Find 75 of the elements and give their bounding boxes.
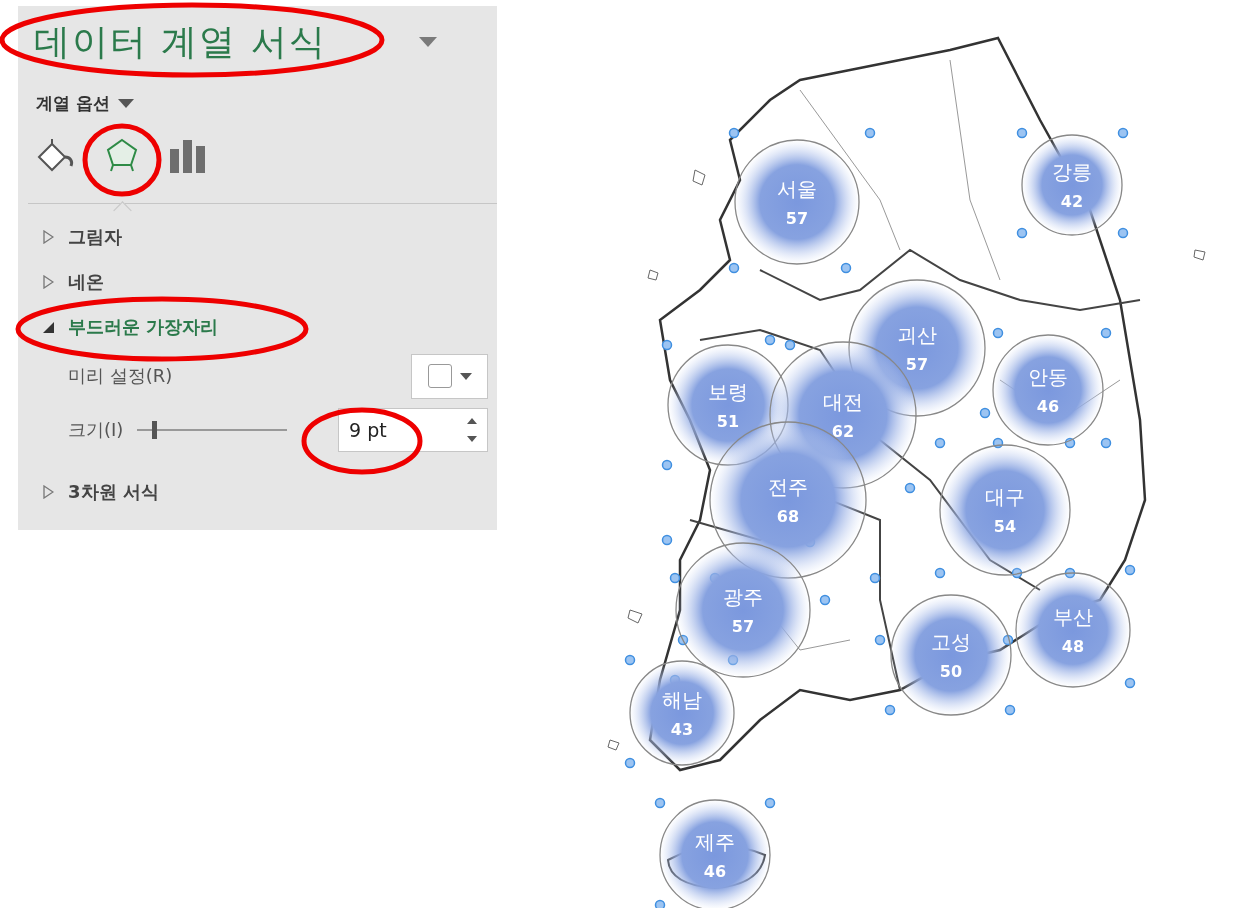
data-point (661, 534, 673, 546)
data-point (784, 339, 796, 351)
caret-icon[interactable] (117, 99, 134, 108)
data-point (819, 594, 831, 606)
data-point (864, 127, 876, 139)
bubble-value: 43 (670, 720, 694, 739)
section-header[interactable]: 그림자 (18, 214, 497, 259)
bubble-label: 전주 (768, 475, 808, 499)
size-spin-field[interactable]: 9 pt (338, 408, 488, 452)
field-label: 크기(I) (68, 418, 124, 442)
bubble-value: 46 (1036, 397, 1060, 416)
series-options-label[interactable]: 계열 옵션 (36, 92, 110, 115)
caret-icon (459, 372, 472, 380)
data-point (934, 567, 946, 579)
bubble-label: 해남 (662, 688, 702, 712)
bubble-label: 광주 (723, 585, 763, 609)
bubble-value: 48 (1061, 637, 1085, 656)
bubble-label: 대구 (985, 485, 1025, 509)
data-point (1124, 677, 1136, 689)
data-point (874, 634, 886, 646)
data-point (624, 757, 636, 769)
bubble-label: 고성 (931, 630, 971, 654)
expand-arrow-icon (42, 274, 54, 289)
data-point (992, 327, 1004, 339)
bubble-value: 57 (785, 209, 809, 228)
bubble-value: 42 (1060, 192, 1084, 211)
bubble-label: 서울 (777, 177, 817, 201)
bubble-value: 51 (716, 412, 740, 431)
data-point (1100, 327, 1112, 339)
field-label: 미리 설정(R) (68, 364, 173, 388)
data-point (884, 704, 896, 716)
bubble-value: 54 (993, 517, 1017, 536)
bubble-label: 괴산 (897, 323, 937, 347)
data-point (979, 407, 991, 419)
data-point (1124, 564, 1136, 576)
bubble-label: 부산 (1053, 605, 1093, 629)
data-point (869, 572, 881, 584)
data-point (669, 572, 681, 584)
bubble-value: 46 (703, 862, 727, 881)
data-point (904, 482, 916, 494)
data-point (764, 797, 776, 809)
bubble-value: 62 (831, 422, 855, 441)
section-header[interactable]: 3차원 서식 (18, 469, 497, 514)
data-point (661, 339, 673, 351)
bubble-label: 보령 (708, 380, 748, 404)
data-point (840, 262, 852, 274)
bubble-value: 68 (776, 507, 800, 526)
data-point (1004, 704, 1016, 716)
data-point (934, 437, 946, 449)
section-header[interactable]: 부드러운 가장자리 (18, 304, 497, 349)
data-point (654, 899, 666, 908)
data-point (654, 797, 666, 809)
bubble-value: 57 (731, 617, 755, 636)
data-point (764, 334, 776, 346)
expand-arrow-icon (42, 229, 54, 244)
data-point (728, 127, 740, 139)
bubble-label: 안동 (1028, 365, 1068, 389)
data-point (1016, 127, 1028, 139)
data-point (1100, 437, 1112, 449)
data-point (1117, 227, 1129, 239)
section-header[interactable]: 네온 (18, 259, 497, 304)
bubble-label: 제주 (695, 830, 735, 854)
bubble-value: 57 (905, 355, 929, 374)
expand-arrow-icon (42, 484, 54, 499)
preset-dropdown[interactable] (411, 353, 488, 399)
data-point (661, 459, 673, 471)
dropdown-caret-icon[interactable] (419, 37, 437, 47)
data-point (624, 654, 636, 666)
data-point (728, 262, 740, 274)
pane-title: 데이터 계열 서식 (33, 24, 327, 60)
bubble-value: 50 (939, 662, 963, 681)
data-point (1016, 227, 1028, 239)
data-point (1117, 127, 1129, 139)
bubble-label: 대전 (823, 390, 863, 414)
bubble-label: 강릉 (1052, 160, 1092, 184)
